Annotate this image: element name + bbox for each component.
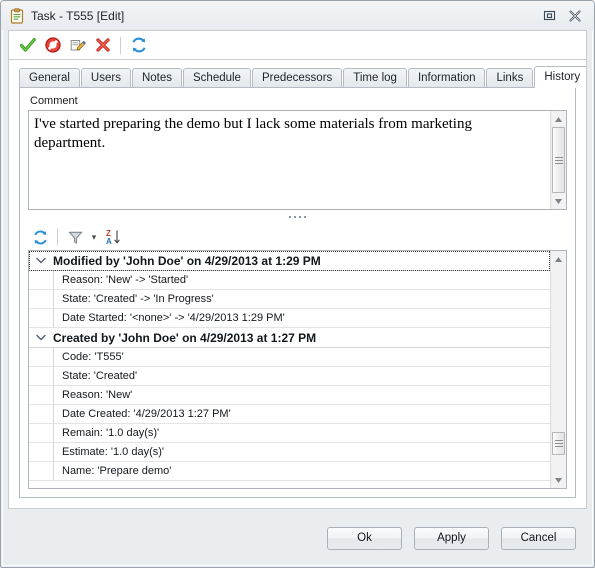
history-detail-text: Reason: 'New' -> 'Started' bbox=[62, 274, 189, 286]
row-indent bbox=[29, 367, 54, 385]
toolbar-separator bbox=[120, 36, 121, 54]
history-detail-text: Estimate: '1.0 day(s)' bbox=[62, 446, 165, 458]
panel-splitter[interactable] bbox=[28, 210, 567, 224]
clipboard-icon bbox=[9, 7, 25, 24]
delete-icon[interactable] bbox=[90, 33, 115, 58]
client-panel: General Users Notes Schedule Predecessor… bbox=[8, 59, 587, 509]
row-indent bbox=[29, 271, 54, 289]
history-scrollbar[interactable] bbox=[550, 251, 566, 488]
row-indent bbox=[29, 443, 54, 461]
tab-predecessors[interactable]: Predecessors bbox=[251, 68, 343, 87]
apply-button[interactable]: Apply bbox=[414, 526, 489, 550]
history-toolbar-separator bbox=[57, 229, 58, 245]
restore-button[interactable] bbox=[536, 5, 562, 27]
row-indent bbox=[29, 309, 54, 327]
close-button[interactable] bbox=[562, 5, 588, 27]
history-detail-row[interactable]: State: 'Created' bbox=[29, 367, 550, 386]
dialog-footer: Ok Apply Cancel bbox=[1, 509, 594, 567]
svg-text:A: A bbox=[106, 237, 112, 246]
history-scroll-track[interactable] bbox=[551, 267, 566, 472]
row-indent bbox=[29, 386, 54, 404]
row-indent bbox=[29, 348, 54, 366]
history-group-title: Created by 'John Doe' on 4/29/2013 at 1:… bbox=[53, 330, 317, 345]
history-detail-row[interactable]: Remain: '1.0 day(s)' bbox=[29, 424, 550, 443]
edit-icon[interactable] bbox=[65, 33, 90, 58]
tab-schedule[interactable]: Schedule bbox=[183, 68, 251, 87]
scroll-grip-icon bbox=[554, 438, 563, 449]
history-tab-page: Comment I've started preparing the demo … bbox=[19, 87, 576, 498]
window-title: Task - T555 [Edit] bbox=[31, 8, 125, 23]
ok-button[interactable]: Ok bbox=[327, 526, 402, 550]
task-edit-window: Task - T555 [Edit] General Users Notes S… bbox=[0, 0, 595, 568]
history-detail-text: Reason: 'New' bbox=[62, 389, 133, 401]
tab-information[interactable]: Information bbox=[407, 68, 486, 87]
chevron-down-icon[interactable] bbox=[29, 257, 53, 264]
row-indent bbox=[29, 290, 54, 308]
history-detail-row[interactable]: Name: 'Prepare demo' bbox=[29, 462, 550, 481]
history-detail-text: Date Created: '4/29/2013 1:27 PM' bbox=[62, 408, 231, 420]
filter-dropdown-caret-icon[interactable]: ▾ bbox=[88, 225, 100, 249]
history-list[interactable]: Modified by 'John Doe' on 4/29/2013 at 1… bbox=[28, 250, 567, 489]
history-list-body[interactable]: Modified by 'John Doe' on 4/29/2013 at 1… bbox=[29, 251, 550, 488]
history-detail-text: State: 'Created' -> 'In Progress' bbox=[62, 293, 214, 305]
history-group-header[interactable]: Created by 'John Doe' on 4/29/2013 at 1:… bbox=[29, 328, 550, 348]
history-detail-text: Date Started: '<none>' -> '4/29/2013 1:2… bbox=[62, 312, 285, 324]
scroll-up-icon[interactable] bbox=[551, 251, 566, 267]
history-detail-row[interactable]: Code: 'T555' bbox=[29, 348, 550, 367]
row-indent bbox=[29, 462, 54, 480]
comment-label: Comment bbox=[30, 95, 78, 107]
history-detail-row[interactable]: Reason: 'New' bbox=[29, 386, 550, 405]
tab-links[interactable]: Links bbox=[486, 68, 534, 87]
history-detail-row[interactable]: Date Created: '4/29/2013 1:27 PM' bbox=[29, 405, 550, 424]
comment-scrollbar[interactable] bbox=[550, 111, 566, 209]
history-refresh-icon[interactable] bbox=[28, 225, 52, 249]
history-detail-row[interactable]: Date Started: '<none>' -> '4/29/2013 1:2… bbox=[29, 309, 550, 328]
row-indent bbox=[29, 424, 54, 442]
title-bar: Task - T555 [Edit] bbox=[1, 1, 594, 30]
history-detail-text: Code: 'T555' bbox=[62, 351, 124, 363]
scroll-down-icon[interactable] bbox=[551, 472, 566, 488]
history-detail-row[interactable]: Estimate: '1.0 day(s)' bbox=[29, 443, 550, 462]
tab-general[interactable]: General bbox=[19, 68, 80, 87]
sort-za-icon[interactable]: Z A bbox=[101, 225, 125, 249]
main-toolbar bbox=[8, 30, 587, 59]
history-group-header[interactable]: Modified by 'John Doe' on 4/29/2013 at 1… bbox=[29, 251, 550, 271]
scroll-up-icon[interactable] bbox=[551, 111, 566, 127]
history-detail-text: Name: 'Prepare demo' bbox=[62, 465, 172, 477]
comment-scroll-track[interactable] bbox=[551, 127, 566, 193]
history-detail-row[interactable]: State: 'Created' -> 'In Progress' bbox=[29, 290, 550, 309]
accept-icon[interactable] bbox=[15, 33, 40, 58]
filter-icon[interactable] bbox=[63, 225, 87, 249]
history-group-title: Modified by 'John Doe' on 4/29/2013 at 1… bbox=[53, 253, 321, 268]
row-indent bbox=[29, 405, 54, 423]
tab-history[interactable]: History bbox=[534, 66, 586, 88]
tab-users[interactable]: Users bbox=[80, 68, 131, 87]
scroll-down-icon[interactable] bbox=[551, 193, 566, 209]
history-scroll-thumb[interactable] bbox=[552, 432, 565, 455]
history-toolbar: ▾ Z A bbox=[28, 224, 567, 250]
cancel-button[interactable]: Cancel bbox=[501, 526, 576, 550]
history-detail-text: Remain: '1.0 day(s)' bbox=[62, 427, 160, 439]
tab-notes[interactable]: Notes bbox=[131, 68, 182, 87]
tab-time-log[interactable]: Time log bbox=[343, 68, 407, 87]
history-detail-text: State: 'Created' bbox=[62, 370, 138, 382]
history-detail-row[interactable]: Reason: 'New' -> 'Started' bbox=[29, 271, 550, 290]
comment-text[interactable]: I've started preparing the demo but I la… bbox=[29, 111, 550, 209]
tab-strip: General Users Notes Schedule Predecessor… bbox=[9, 60, 586, 88]
chevron-down-icon[interactable] bbox=[29, 334, 53, 341]
reject-icon[interactable] bbox=[40, 33, 65, 58]
comment-field[interactable]: I've started preparing the demo but I la… bbox=[28, 110, 567, 210]
scroll-grip-icon bbox=[554, 155, 563, 166]
comment-scroll-thumb[interactable] bbox=[552, 127, 565, 193]
refresh-icon[interactable] bbox=[126, 33, 151, 58]
